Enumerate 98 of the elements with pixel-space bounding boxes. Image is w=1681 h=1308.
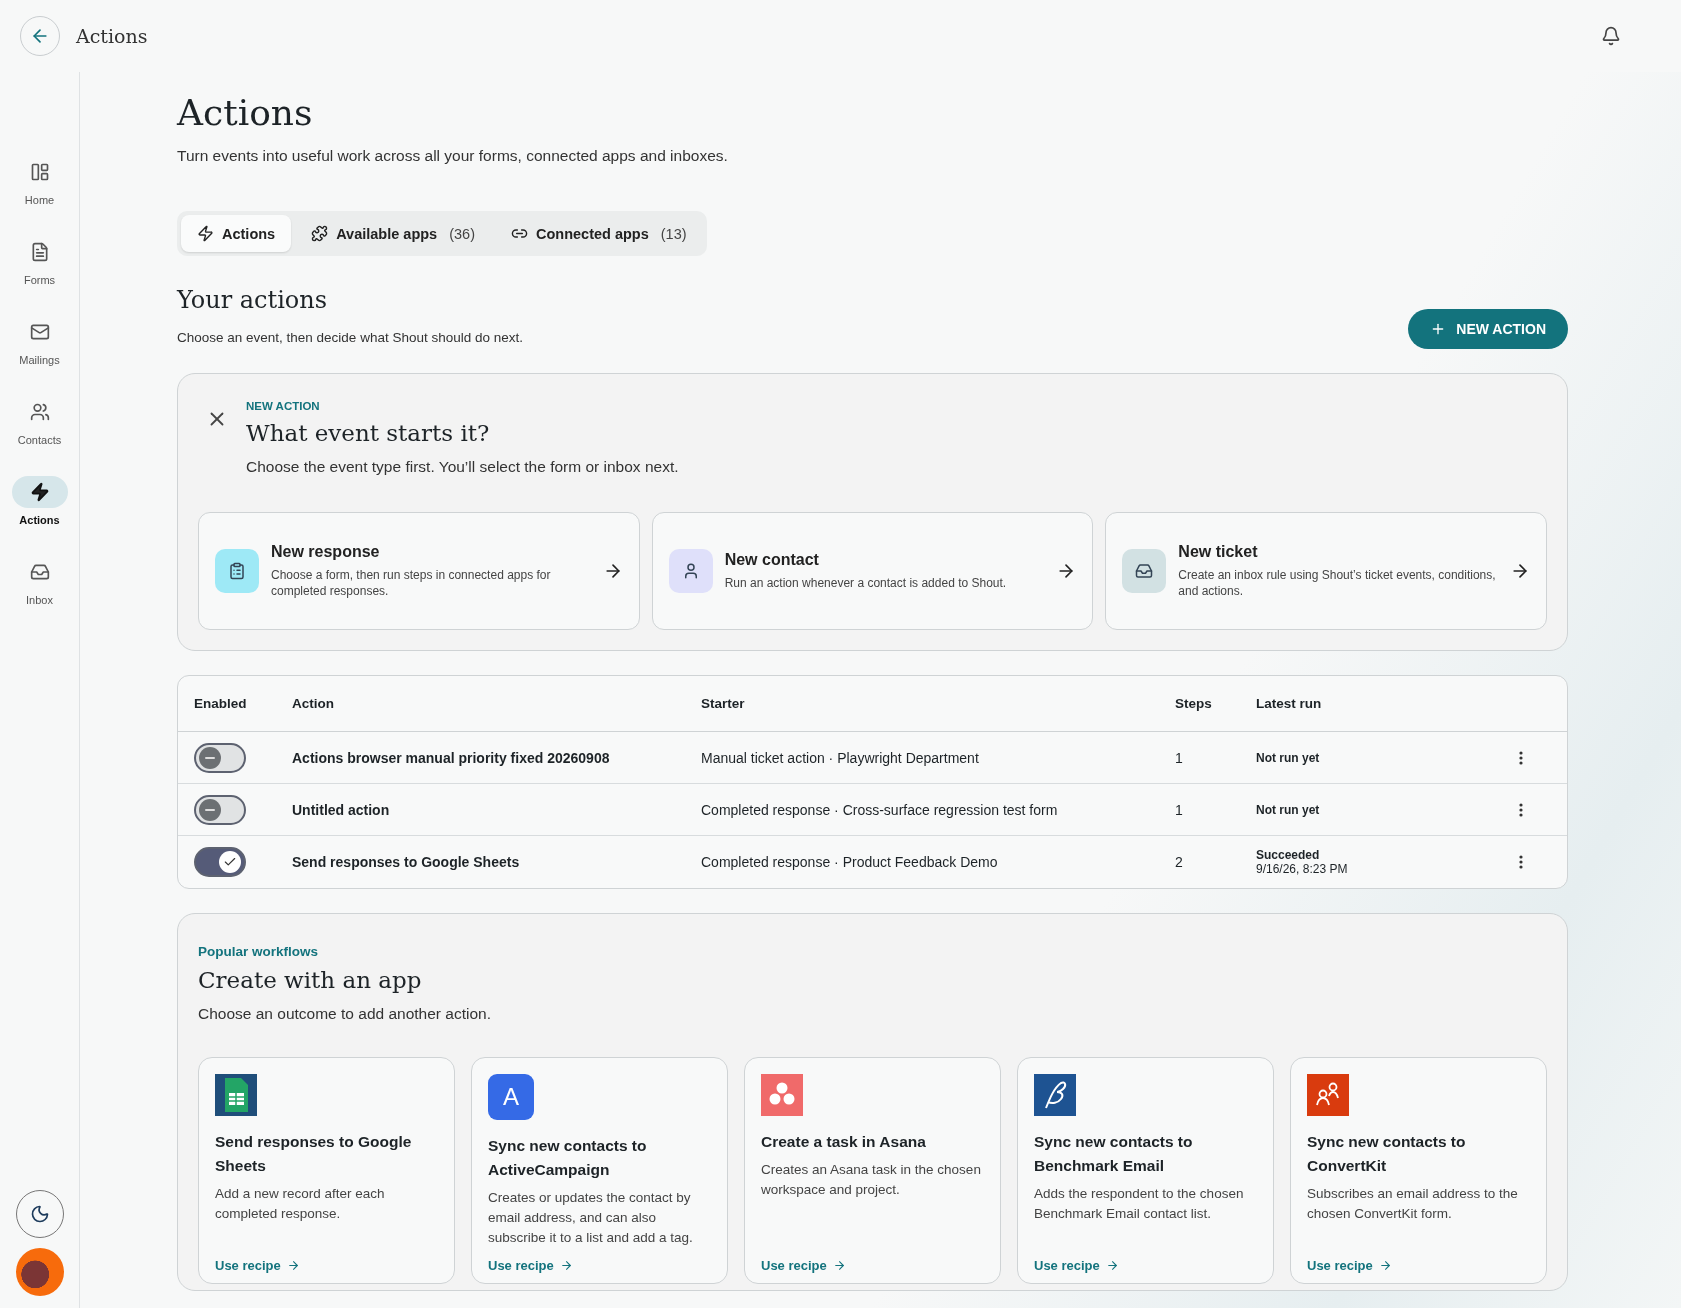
panel-eyebrow: NEW ACTION: [246, 400, 321, 412]
action-name: Send responses to Google Sheets: [292, 854, 521, 870]
nav-item[interactable]: Home: [11, 156, 68, 236]
spreadsheet-logo-icon: [215, 1074, 257, 1116]
minus-icon: [205, 808, 215, 811]
column-header: Latest run: [1240, 676, 1503, 732]
nav-item[interactable]: Actions: [11, 476, 68, 556]
page-title: Actions: [177, 92, 314, 133]
use-recipe-link[interactable]: Use recipe: [761, 1258, 846, 1273]
column-header: Steps: [1159, 676, 1240, 732]
action-name: Actions browser manual priority fixed 20260908: [292, 749, 611, 766]
moon-icon: [29, 1204, 50, 1224]
mail-icon: [29, 322, 50, 342]
inbox-icon: [29, 562, 50, 582]
event-option[interactable]: New response Choose a form, then run steps in connected apps for completed responses.: [198, 512, 640, 630]
lightning-icon: [197, 225, 214, 242]
column-header: Starter: [685, 676, 1159, 732]
option-title: New contact: [724, 550, 820, 569]
workflow-description: Add a new record after each completed response.: [215, 1185, 386, 1223]
new-action-button[interactable]: NEW ACTION: [1408, 309, 1568, 349]
layout-icon: [29, 162, 50, 182]
more-icon: [1519, 750, 1523, 765]
nav-item[interactable]: Contacts: [11, 396, 68, 476]
panel-subtitle: Choose the event type first. You’ll select the form or inbox next.: [246, 458, 680, 476]
user-avatar[interactable]: [15, 1248, 64, 1296]
latest-run-time: 9/16/26, 8:23 PM: [1256, 862, 1349, 876]
people-logo-icon: [1307, 1074, 1349, 1116]
column-header: Action: [276, 676, 685, 732]
bell-icon: [1601, 26, 1621, 46]
workflows-eyebrow: Popular workflows: [198, 944, 320, 959]
option-description: Create an inbox rule using Shout’s ticket events, conditions, and actions.: [1178, 566, 1497, 600]
option-description: Choose a form, then run steps in connected apps for completed responses.: [271, 566, 552, 600]
starter-cell-text: Manual ticket action · Playwright Department: [701, 749, 980, 766]
clipboard-icon: [228, 562, 246, 580]
workflows-title: Create with an app: [198, 967, 423, 993]
enabled-toggle[interactable]: [194, 742, 246, 773]
people-icon: [29, 402, 50, 422]
script-logo-icon: [1034, 1074, 1076, 1116]
use-recipe-link[interactable]: Use recipe: [215, 1258, 300, 1273]
arrow-right-icon: [832, 1259, 846, 1272]
tab[interactable]: Actions: [181, 215, 292, 252]
arrow-right-icon: [1105, 1259, 1119, 1272]
more-icon: [1519, 802, 1523, 817]
panel-title: What event starts it?: [246, 420, 491, 446]
workflow-description: Adds the respondent to the chosen Benchmark Email contact list.: [1034, 1185, 1245, 1223]
workflows-subtitle: Choose an outcome to add another action.: [198, 1005, 492, 1023]
enabled-toggle[interactable]: [194, 794, 246, 825]
latest-run-status: Not run yet: [1256, 750, 1321, 765]
use-recipe-link[interactable]: Use recipe: [1034, 1258, 1119, 1273]
enabled-toggle[interactable]: [194, 847, 246, 877]
event-option[interactable]: New contact Run an action whenever a contact is added to Shout.: [651, 512, 1094, 630]
option-title: New response: [271, 542, 381, 561]
tab[interactable]: Connected apps (13): [495, 215, 703, 252]
steps-cell-text: 1: [1175, 801, 1184, 818]
steps-cell-text: 2: [1175, 854, 1184, 870]
three-dots-logo-icon: [761, 1074, 803, 1116]
minus-icon: [205, 756, 215, 759]
event-option[interactable]: New ticket Create an inbox rule using Shout’s ticket events, conditions, and actions.: [1105, 512, 1547, 630]
inbox-icon: [1135, 562, 1154, 580]
workflow-description: Creates an Asana task in the chosen workspace and project.: [761, 1161, 982, 1199]
latest-run-status: Not run yet: [1256, 802, 1321, 817]
column-header: Enabled: [178, 676, 276, 732]
option-description: Run an action whenever a contact is added to Shout.: [724, 574, 1008, 592]
workflow-title: Sync new contacts to ConvertKit: [1307, 1132, 1467, 1176]
starter-cell-text: Completed response · Product Feedback Demo: [701, 854, 999, 870]
lightning-icon: [29, 482, 50, 502]
action-name: Untitled action: [292, 801, 391, 818]
arrow-right-icon: [286, 1259, 300, 1272]
arrow-right-icon: [1378, 1259, 1392, 1272]
app-logo: A: [488, 1074, 534, 1120]
more-button[interactable]: [1519, 855, 1523, 869]
more-button[interactable]: [1519, 750, 1523, 765]
workflow-title: Sync new contacts to ActiveCampaign: [488, 1136, 648, 1180]
arrow-right-icon: [559, 1259, 573, 1272]
starter-cell-text: Completed response · Cross-surface regression test form: [701, 801, 1059, 818]
workflow-title: Send responses to Google Sheets: [215, 1132, 413, 1176]
check-icon: [223, 855, 237, 869]
puzzle-icon: [311, 225, 329, 242]
workflow-title: Sync new contacts to Benchmark Email: [1034, 1132, 1194, 1176]
header-title: Actions: [76, 25, 149, 47]
page-subtitle: Turn events into useful work across all your forms, connected apps and inboxes.: [177, 147, 729, 165]
notifications-button[interactable]: [1601, 26, 1621, 46]
section-title: Your actions: [177, 286, 329, 314]
more-button[interactable]: [1519, 802, 1523, 817]
nav-item[interactable]: Inbox: [11, 556, 68, 636]
workflow-title: Create a task in Asana: [761, 1132, 927, 1152]
tab[interactable]: Available apps (36): [295, 215, 491, 252]
more-icon: [1519, 855, 1523, 869]
nav-item[interactable]: Mailings: [11, 316, 68, 396]
latest-run-status: Succeeded: [1256, 848, 1321, 862]
workflow-description: Creates or updates the contact by email address, and can also subscribe it to a list and add a tag.: [488, 1189, 694, 1247]
use-recipe-link[interactable]: Use recipe: [1307, 1258, 1392, 1273]
workflow-description: Subscribes an email address to the chosen ConvertKit form.: [1307, 1185, 1519, 1223]
use-recipe-link[interactable]: Use recipe: [488, 1258, 573, 1273]
nav-item[interactable]: Forms: [11, 236, 68, 316]
option-title: New ticket: [1178, 542, 1259, 561]
section-subtitle: Choose an event, then decide what Shout should do next.: [177, 330, 523, 345]
steps-cell-text: 1: [1175, 749, 1184, 766]
